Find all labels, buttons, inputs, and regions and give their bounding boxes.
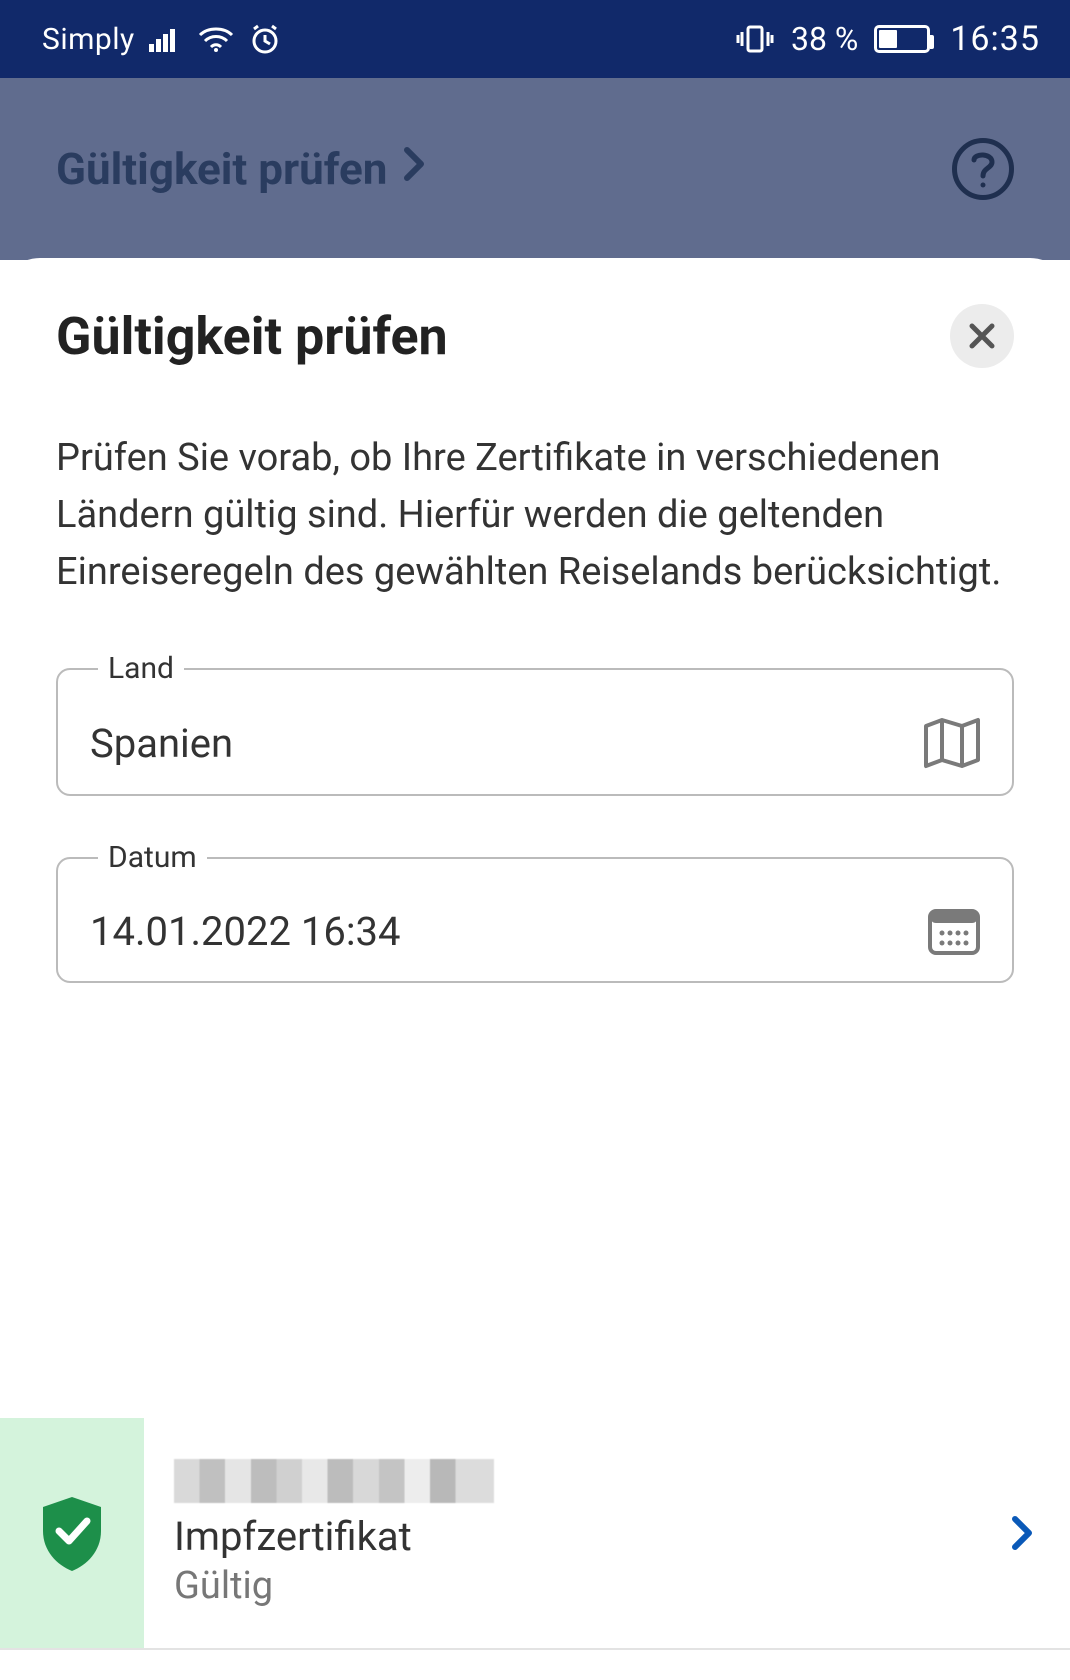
status-bar: Simply xyxy=(0,0,1070,78)
map-icon xyxy=(922,716,982,770)
certificate-status: Gültig xyxy=(174,1564,990,1608)
wifi-icon xyxy=(197,25,235,53)
redacted-name xyxy=(174,1459,494,1503)
date-field[interactable]: Datum 14.01.2022 16:34 xyxy=(56,840,1014,983)
sheet-header: Gültigkeit prüfen xyxy=(56,304,1014,368)
shield-check-icon xyxy=(37,1493,107,1573)
alarm-icon xyxy=(249,24,281,54)
sheet-description: Prüfen Sie vorab, ob Ihre Zertifikate in… xyxy=(56,430,1014,601)
date-label: Datum xyxy=(98,840,207,875)
close-icon xyxy=(967,321,997,351)
certificate-result-card[interactable]: Impfzertifikat Gültig xyxy=(0,1418,1070,1650)
background-title-row[interactable]: Gültigkeit prüfen xyxy=(56,143,427,195)
country-field[interactable]: Land Spanien xyxy=(56,651,1014,796)
background-title: Gültigkeit prüfen xyxy=(56,143,387,195)
country-value: Spanien xyxy=(90,720,233,767)
carrier-label: Simply xyxy=(42,22,135,57)
chevron-right-icon xyxy=(401,143,427,195)
signal-icon xyxy=(149,26,183,52)
background-header: Gültigkeit prüfen xyxy=(0,78,1070,260)
battery-icon xyxy=(874,25,930,53)
clock-time: 16:35 xyxy=(950,19,1040,59)
certificate-type: Impfzertifikat xyxy=(174,1513,990,1560)
status-right: 38 % 16:35 xyxy=(735,19,1040,59)
calendar-icon xyxy=(926,905,982,957)
chevron-right-icon xyxy=(1010,1513,1070,1553)
result-body: Impfzertifikat Gültig xyxy=(144,1459,1010,1608)
sheet-title: Gültigkeit prüfen xyxy=(56,306,448,367)
valid-badge xyxy=(0,1418,144,1648)
help-button[interactable] xyxy=(952,138,1014,200)
country-label: Land xyxy=(98,651,184,686)
date-value: 14.01.2022 16:34 xyxy=(90,908,400,955)
modal-sheet: Gültigkeit prüfen Prüfen Sie vorab, ob I… xyxy=(0,258,1070,1680)
close-button[interactable] xyxy=(950,304,1014,368)
battery-percent: 38 % xyxy=(791,20,858,58)
status-left: Simply xyxy=(42,22,281,57)
vibrate-icon xyxy=(735,24,775,54)
